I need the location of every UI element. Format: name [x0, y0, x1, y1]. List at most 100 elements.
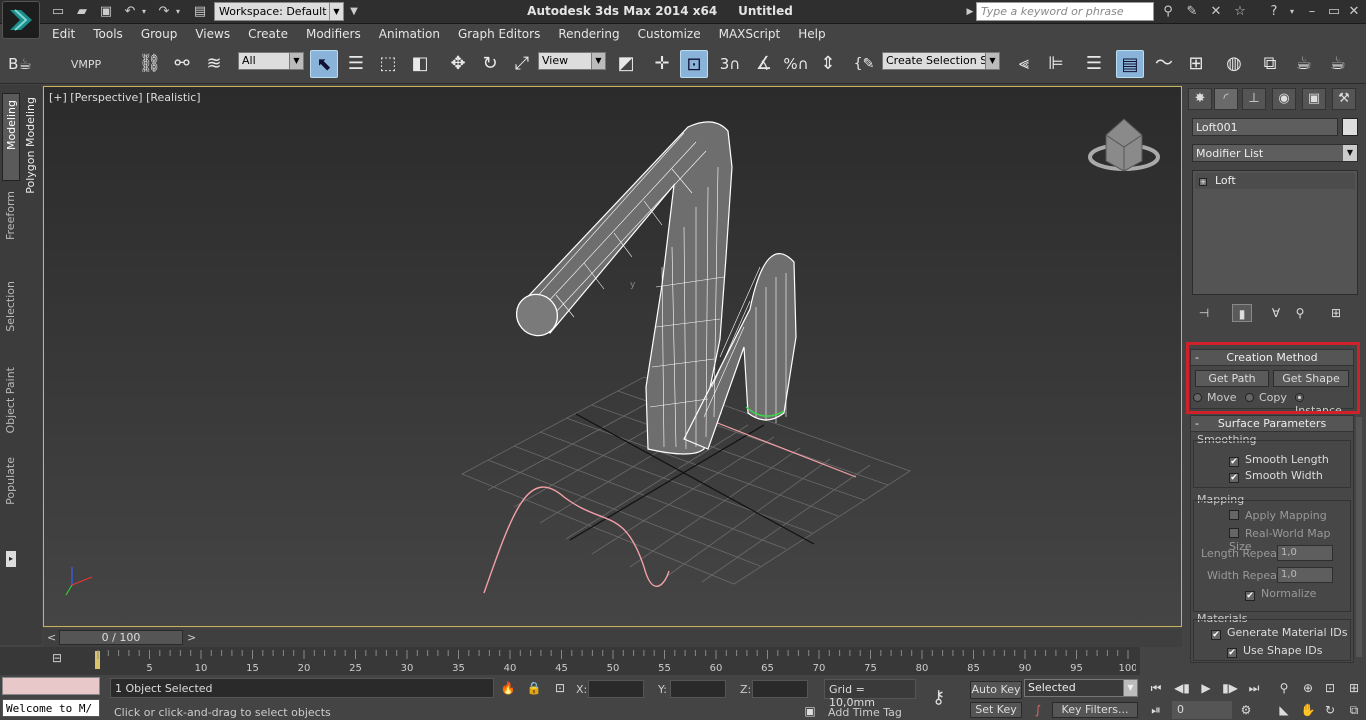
new-file-icon[interactable]: ▭	[50, 4, 66, 20]
selection-lock-icon[interactable]: 🔒	[524, 679, 544, 697]
restore-icon[interactable]: ▭	[1326, 4, 1342, 20]
close-icon[interactable]: ✕	[1346, 4, 1362, 20]
show-end-result-icon[interactable]: ▮	[1232, 304, 1252, 322]
orbit-icon[interactable]: ↻	[1320, 701, 1340, 719]
select-and-move-icon[interactable]: ✥	[444, 50, 472, 78]
auto-key-button[interactable]: Auto Key	[970, 681, 1022, 699]
key-mode-toggle-icon[interactable]: ⏯	[1146, 701, 1166, 719]
zoom-icon[interactable]: ⚲	[1274, 679, 1294, 697]
create-tab-icon[interactable]: ✸	[1188, 88, 1212, 110]
menu-views[interactable]: Views	[185, 24, 238, 41]
tab-selection[interactable]: Selection	[4, 281, 17, 332]
keyboard-shortcut-override-icon[interactable]: ⊡	[680, 50, 708, 78]
tab-populate[interactable]: Populate	[4, 457, 17, 505]
mini-curve-editor-icon[interactable]: ⊟	[52, 651, 62, 665]
layer-manager-icon[interactable]: ☰	[1080, 50, 1108, 78]
key-mode-dropdown[interactable]: Selected ▼	[1024, 679, 1138, 697]
minimize-icon[interactable]: –	[1304, 4, 1320, 20]
next-frame-icon[interactable]: ▮▶	[1220, 679, 1240, 697]
menu-create[interactable]: Create	[238, 24, 296, 41]
time-slider-next-icon[interactable]: >	[187, 631, 196, 644]
length-repeat-spinner[interactable]: 1,0	[1277, 545, 1333, 561]
expand-plus-icon[interactable]: +	[1199, 178, 1207, 186]
select-by-name-icon[interactable]: ☰	[342, 50, 370, 78]
track-bar[interactable]: ⊟ 5 10 15 20 25 30 35 40 45 50 55 60 65 70 75 80 85 90 95 1…	[0, 647, 1140, 675]
normalize-checkbox[interactable]: ✔ Normalize	[1245, 587, 1316, 601]
graphite-ribbon-toggle-icon[interactable]: ▤	[1116, 50, 1144, 78]
previous-frame-icon[interactable]: ◀▮	[1172, 679, 1192, 697]
reference-coordinate-dropdown[interactable]: View ▼	[538, 52, 606, 70]
play-icon[interactable]: ▶	[1196, 679, 1216, 697]
select-manipulate-icon[interactable]: ✛	[648, 50, 676, 78]
favorites-star-icon[interactable]: ☆	[1232, 4, 1248, 20]
pin-stack-icon[interactable]: ⊣	[1194, 304, 1214, 322]
time-slider-thumb[interactable]: 0 / 100	[59, 630, 183, 645]
go-to-end-icon[interactable]: ⏭	[1244, 679, 1264, 697]
make-unique-icon[interactable]: ∀	[1266, 304, 1286, 322]
select-and-scale-icon[interactable]: ⤢	[508, 50, 536, 78]
smooth-length-checkbox[interactable]: ✔ Smooth Length	[1229, 453, 1329, 467]
spinner-snap-icon[interactable]: ⇕	[814, 50, 842, 78]
tab-freeform[interactable]: Freeform	[4, 191, 17, 240]
teapot-b-icon[interactable]: B☕	[6, 50, 34, 78]
mirror-icon[interactable]: ⫷	[1010, 50, 1038, 78]
time-slider-prev-icon[interactable]: <	[47, 631, 56, 644]
menu-maxscript[interactable]: MAXScript	[709, 24, 789, 41]
x-coordinate-field[interactable]	[588, 680, 644, 698]
vmpp-label[interactable]: VMPP	[56, 58, 116, 71]
time-slider[interactable]: < 0 / 100 >	[43, 629, 1182, 647]
apply-mapping-checkbox[interactable]: Apply Mapping	[1229, 509, 1327, 522]
menu-animation[interactable]: Animation	[369, 24, 448, 41]
set-key-button[interactable]: Set Key	[970, 702, 1022, 718]
quick-access-dropdown-icon[interactable]: ▼	[346, 4, 362, 20]
modifier-list-dropdown[interactable]: Modifier List ▼	[1192, 144, 1358, 162]
modify-tab-icon[interactable]: ◜	[1214, 88, 1238, 110]
y-coordinate-field[interactable]	[670, 680, 726, 698]
communication-center-icon[interactable]: ✕	[1208, 4, 1224, 20]
curve-editor-icon[interactable]: 〜	[1150, 50, 1178, 78]
selection-filter-dropdown[interactable]: All ▼	[238, 52, 304, 70]
remove-modifier-icon[interactable]: ⚲	[1290, 304, 1310, 322]
rendered-frame-window-icon[interactable]: ☕	[1290, 50, 1318, 78]
render-production-icon[interactable]: ☕	[1324, 50, 1352, 78]
stack-item-loft[interactable]: + Loft	[1195, 173, 1355, 189]
current-frame-spinner[interactable]: 0	[1172, 701, 1232, 719]
project-folder-icon[interactable]: ▤	[192, 4, 208, 20]
align-icon[interactable]: ⊫	[1042, 50, 1070, 78]
key-tangent-icon[interactable]: ∫	[1028, 701, 1048, 719]
pivot-center-icon[interactable]: ◩	[612, 50, 640, 78]
rectangular-selection-icon[interactable]: ⬚	[374, 50, 402, 78]
time-configuration-icon[interactable]: ⚙	[1236, 701, 1256, 719]
render-setup-icon[interactable]: ⧉	[1256, 50, 1284, 78]
edit-named-selection-icon[interactable]: {✎	[850, 50, 878, 78]
maximize-viewport-icon[interactable]: ⧉	[1344, 701, 1364, 719]
snaps-toggle-icon[interactable]: 3∩	[716, 50, 744, 78]
key-filters-button[interactable]: Key Filters...	[1052, 702, 1138, 718]
unlink-icon[interactable]: ⚯	[168, 50, 196, 78]
width-repeat-spinner[interactable]: 1,0	[1277, 567, 1333, 583]
zoom-extents-all-icon[interactable]: ⊞	[1344, 679, 1364, 697]
hierarchy-tab-icon[interactable]: ⊥	[1242, 88, 1266, 110]
select-and-link-icon[interactable]: ⛓	[136, 50, 164, 78]
maxscript-mini-listener[interactable]: Welcome to M/	[2, 699, 100, 717]
set-key-mode-icon[interactable]: ⚷	[932, 687, 945, 708]
zoom-extents-icon[interactable]: ⊡	[1320, 679, 1340, 697]
tab-modeling-active[interactable]: Modeling	[2, 93, 20, 181]
surface-parameters-header[interactable]: - Surface Parameters	[1191, 416, 1353, 432]
redo-dropdown-icon[interactable]: ▾	[170, 4, 186, 20]
angle-snap-icon[interactable]: ∡	[750, 50, 778, 78]
ribbon-expand-icon[interactable]: ▸	[6, 551, 16, 567]
go-to-start-icon[interactable]: ⏮	[1146, 679, 1166, 697]
generate-material-ids-checkbox[interactable]: ✔ Generate Material IDs	[1211, 626, 1348, 640]
perspective-viewport[interactable]: [+] [Perspective] [Realistic] y	[43, 86, 1182, 627]
display-tab-icon[interactable]: ▣	[1302, 88, 1326, 110]
menu-edit[interactable]: Edit	[42, 24, 83, 41]
schematic-view-icon[interactable]: ⊞	[1182, 50, 1210, 78]
bind-space-warp-icon[interactable]: ≋	[200, 50, 228, 78]
material-editor-icon[interactable]: ◍	[1220, 50, 1248, 78]
time-tag-icon[interactable]: ▣	[800, 702, 820, 720]
panel-scrollbar[interactable]	[1356, 417, 1362, 657]
pan-view-icon[interactable]: ✋	[1298, 701, 1318, 719]
save-file-icon[interactable]: ▣	[98, 4, 114, 20]
maxscript-listener-top[interactable]	[2, 677, 100, 695]
